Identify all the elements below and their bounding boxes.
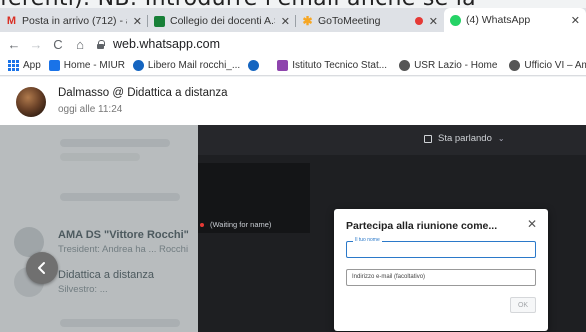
tab-title: Posta in arrivo (712) - alber	[22, 15, 127, 27]
bookmark-libero[interactable]: Libero Mail rocchi_...	[132, 60, 241, 71]
join-dialog: Partecipa alla riunione come... ✕ Il tuo…	[334, 209, 548, 331]
bookmark-label: Ufficio VI – Ambito...	[524, 60, 586, 71]
post-header: Dalmasso @ Didattica a distanza oggi all…	[0, 77, 586, 125]
recording-indicator-icon	[414, 17, 423, 25]
chevron-down-icon: ⌄	[497, 134, 505, 143]
overlay-caption: ferenti). NB: Introdurre l'email anche s…	[0, 0, 586, 8]
whatsapp-icon	[450, 14, 461, 26]
apps-icon	[8, 60, 19, 71]
meeting-window: Sta parlando ⌄ (Waiting for name) Partec…	[198, 125, 586, 332]
back-icon[interactable]: ←	[6, 37, 22, 52]
whatsapp-chat-list: AMA DS "Vittore Rocchi" Tresident: Andre…	[0, 125, 198, 332]
tab-title: Collegio dei docenti A.S. 20	[170, 15, 275, 27]
bookmark-label: USR Lazio - Home	[414, 60, 498, 71]
bookmark-apps[interactable]: App	[8, 60, 41, 71]
close-icon[interactable]: ✕	[429, 15, 438, 28]
tab-title: GoToMeeting	[318, 15, 381, 27]
email-field[interactable]: Indirizzo e-mail (facoltativo)	[346, 269, 536, 286]
toolbar: ← → C ⌂ web.whatsapp.com	[0, 32, 586, 56]
bookmark-ufficio[interactable]: Ufficio VI – Ambito...	[509, 60, 586, 71]
home-icon[interactable]: ⌂	[72, 37, 88, 52]
waiting-participant: (Waiting for name)	[200, 220, 271, 229]
gmail-icon: M	[6, 15, 17, 27]
address-bar[interactable]: web.whatsapp.com	[96, 34, 586, 54]
close-icon[interactable]: ✕	[133, 15, 142, 28]
forward-icon[interactable]: →	[28, 37, 44, 52]
previous-button[interactable]	[26, 252, 58, 284]
bookmarks-bar: App Home - MIUR Libero Mail rocchi_... I…	[0, 56, 586, 76]
tab-strip: M Posta in arrivo (712) - alber ✕ Colleg…	[0, 8, 586, 32]
bookmark-istituto[interactable]: Istituto Tecnico Stat...	[277, 60, 387, 71]
close-icon[interactable]: ✕	[571, 14, 580, 27]
bookmark-usr-lazio[interactable]: USR Lazio - Home	[399, 60, 497, 71]
name-input[interactable]: Il tuo nome	[346, 237, 536, 258]
globe-icon	[399, 60, 411, 71]
close-icon[interactable]: ✕	[281, 15, 290, 28]
tab-gotomeeting[interactable]: ✱ GoToMeeting ✕	[296, 10, 444, 32]
tab-gmail[interactable]: M Posta in arrivo (712) - alber ✕	[0, 10, 148, 32]
ok-button[interactable]: OK	[510, 297, 536, 313]
avatar[interactable]	[16, 87, 46, 117]
url-text: web.whatsapp.com	[113, 37, 221, 51]
muted-icon	[200, 222, 204, 227]
gotomeeting-icon: ✱	[302, 14, 313, 28]
school-icon	[277, 60, 289, 71]
speaking-indicator[interactable]: Sta parlando ⌄	[424, 133, 505, 144]
screenshot: ferenti). NB: Introdurre l'email anche s…	[0, 0, 586, 332]
tab-title: (4) WhatsApp	[466, 14, 531, 26]
tab-whatsapp[interactable]: (4) WhatsApp ✕	[444, 8, 586, 32]
classroom-icon	[154, 15, 165, 27]
name-field-label: Il tuo nome	[353, 237, 382, 243]
lock-icon	[96, 39, 105, 49]
dialog-title: Partecipa alla riunione come...	[346, 220, 498, 232]
chevron-left-icon	[38, 262, 45, 274]
miur-icon	[48, 60, 60, 71]
post-title: Dalmasso @ Didattica a distanza	[58, 87, 228, 99]
bookmark-label: App	[23, 60, 41, 71]
waiting-label: (Waiting for name)	[210, 220, 272, 229]
tab-collegio[interactable]: Collegio dei docenti A.S. 20 ✕	[148, 10, 296, 32]
speaking-label: Sta parlando	[438, 133, 492, 144]
libero-icon-2	[248, 60, 260, 71]
bookmark-label: Home - MIUR	[63, 60, 125, 71]
bookmark-label: Istituto Tecnico Stat...	[292, 60, 388, 71]
libero-icon	[132, 60, 144, 71]
bookmark-label: Libero Mail rocchi_...	[147, 60, 241, 71]
post-timestamp: oggi alle 11:24	[58, 104, 123, 115]
reload-icon[interactable]: C	[50, 37, 66, 52]
close-icon[interactable]: ✕	[527, 217, 537, 231]
speaker-icon	[424, 134, 432, 143]
bookmark-libero-2[interactable]	[248, 60, 263, 71]
bookmark-miur[interactable]: Home - MIUR	[48, 60, 125, 71]
globe-icon	[509, 60, 521, 71]
page-content: Dalmasso @ Didattica a distanza oggi all…	[0, 77, 586, 332]
